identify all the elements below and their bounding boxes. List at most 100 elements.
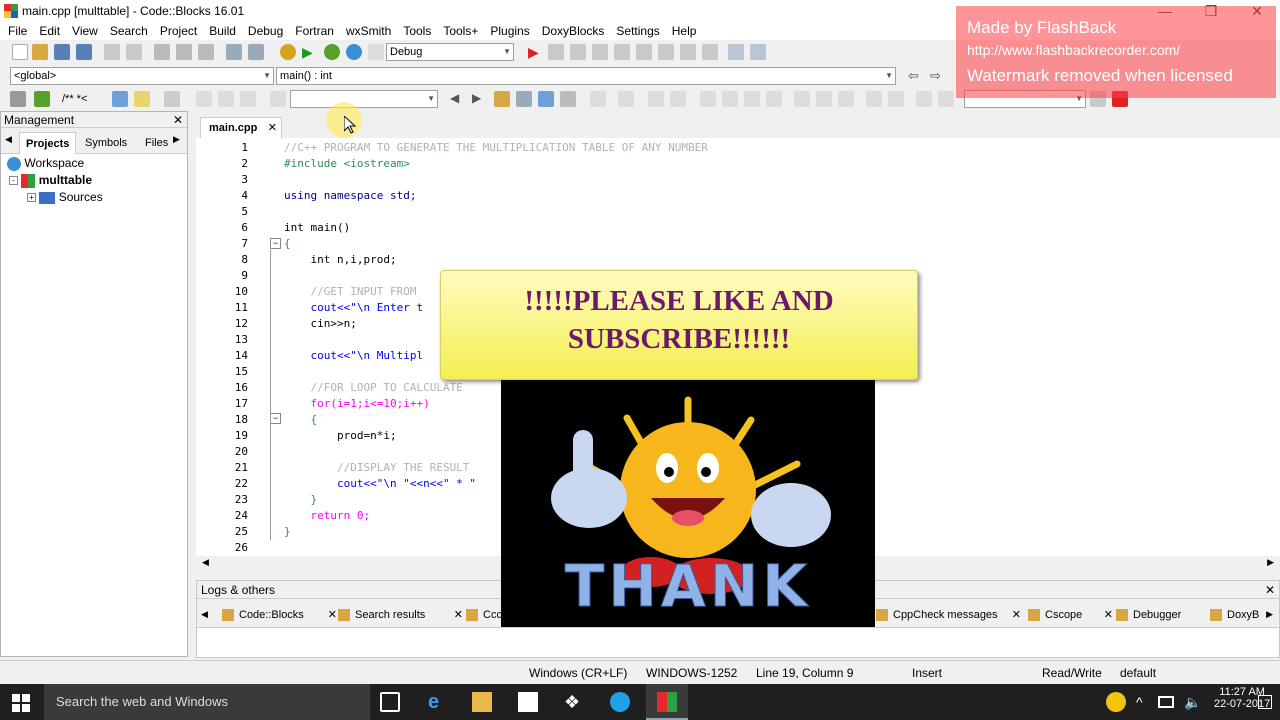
code-line[interactable]: { — [284, 236, 291, 252]
find-next-icon[interactable]: ▶ — [472, 91, 488, 107]
fold-marker-icon[interactable]: − — [270, 238, 281, 249]
close-icon[interactable]: ✕ — [1265, 581, 1275, 599]
menu-view[interactable]: View — [66, 22, 104, 40]
file-explorer-icon[interactable] — [472, 692, 492, 712]
code-line[interactable]: //C++ PROGRAM TO GENERATE THE MULTIPLICA… — [284, 140, 708, 156]
chevron-right-icon[interactable]: ▶ — [173, 134, 180, 145]
store-icon[interactable] — [518, 692, 538, 712]
debug-run-icon[interactable]: ▶ — [528, 44, 544, 60]
rebuild-icon[interactable] — [346, 44, 362, 60]
code-line[interactable]: cout<<"\n "<<n<<" * " — [284, 476, 476, 492]
jump-back-icon[interactable]: ⇦ — [908, 68, 924, 84]
expand-icon[interactable]: + — [27, 193, 36, 203]
block-icon[interactable] — [618, 91, 634, 107]
tab-main-cpp[interactable]: main.cpp ✕ — [200, 117, 282, 139]
chevron-left-icon[interactable]: ◀ — [5, 134, 12, 145]
code-line[interactable]: { — [284, 412, 317, 428]
debug-windows-icon[interactable] — [728, 44, 744, 60]
abort-icon[interactable] — [368, 44, 384, 60]
menu-help[interactable]: Help — [666, 22, 703, 40]
log-tab-cccc[interactable]: Cccc✕ — [463, 605, 511, 625]
code-line[interactable]: return 0; — [284, 508, 370, 524]
step-out-icon[interactable] — [614, 44, 630, 60]
tree-project[interactable]: - multtable — [9, 173, 92, 188]
step-into-icon[interactable] — [592, 44, 608, 60]
edge-browser-icon[interactable]: e — [428, 692, 448, 712]
replace-in-files-icon[interactable] — [516, 91, 532, 107]
regex-icon[interactable] — [560, 91, 576, 107]
run-icon[interactable]: ▶ — [302, 44, 318, 60]
pause-icon[interactable] — [680, 44, 696, 60]
align-justify-icon[interactable] — [766, 91, 782, 107]
tab-symbols[interactable]: Symbols — [79, 132, 133, 154]
menu-edit[interactable]: Edit — [33, 22, 66, 40]
code-line[interactable]: //FOR LOOP TO CALCULATE — [284, 380, 462, 396]
tree-sources[interactable]: + Sources — [27, 190, 103, 204]
menu-doxyblocks[interactable]: DoxyBlocks — [536, 22, 611, 40]
redo-icon[interactable] — [126, 44, 142, 60]
box2-icon[interactable] — [816, 91, 832, 107]
menu-debug[interactable]: Debug — [242, 22, 289, 40]
select-icon[interactable] — [590, 91, 606, 107]
scope-select[interactable]: <global> ▼ — [10, 67, 274, 85]
box-icon[interactable] — [794, 91, 810, 107]
log-tab-code-blocks[interactable]: Code::Blocks ✕ — [219, 605, 337, 625]
menu-fortran[interactable]: Fortran — [289, 22, 340, 40]
collapse-icon[interactable]: - — [9, 176, 18, 186]
next-line-icon[interactable] — [570, 44, 586, 60]
scroll-left-icon[interactable]: ◀ — [202, 557, 209, 568]
search-combo[interactable]: ▼ — [290, 90, 438, 108]
menu-plugins[interactable]: Plugins — [484, 22, 535, 40]
refresh-icon[interactable] — [938, 91, 954, 107]
warning-icon[interactable] — [1106, 692, 1126, 712]
menu-tools[interactable]: Tools — [397, 22, 437, 40]
text-icon[interactable] — [670, 91, 686, 107]
debug-info-icon[interactable] — [750, 44, 766, 60]
volume-icon[interactable]: 🔈 — [1184, 692, 1204, 712]
code-line[interactable]: } — [284, 492, 317, 508]
tree-workspace[interactable]: Workspace — [7, 156, 84, 171]
chevron-left-icon[interactable]: ◀ — [201, 609, 208, 620]
build-gear-icon[interactable] — [280, 44, 296, 60]
close-icon[interactable]: ✕ — [173, 112, 183, 128]
close-icon[interactable]: ✕ — [1012, 605, 1021, 625]
battery-icon[interactable] — [1158, 696, 1174, 708]
comment-block-icon[interactable]: /** *< — [62, 91, 102, 107]
menu-project[interactable]: Project — [154, 22, 203, 40]
taskbar-search-input[interactable]: Search the web and Windows — [44, 684, 370, 720]
codeblocks-taskbar-button[interactable] — [646, 684, 688, 720]
match-case-icon[interactable] — [538, 91, 554, 107]
code-line[interactable]: cout<<"\n Enter t — [284, 300, 423, 316]
fold-marker-icon[interactable]: − — [270, 413, 281, 424]
log-tab-debugger[interactable]: Debugger✕ — [1113, 605, 1221, 625]
new-file-icon[interactable] — [12, 44, 28, 60]
align-center-icon[interactable] — [722, 91, 738, 107]
skype-icon[interactable] — [610, 692, 630, 712]
code-line[interactable]: int n,i,prod; — [284, 252, 396, 268]
menu-tools-[interactable]: Tools+ — [437, 22, 484, 40]
toggle-bookmark-icon[interactable] — [218, 91, 234, 107]
notifications-icon[interactable] — [1258, 695, 1272, 709]
run-to-cursor-icon[interactable] — [548, 44, 564, 60]
close-icon[interactable]: ✕ — [454, 605, 463, 625]
code-line[interactable]: using namespace std; — [284, 188, 416, 204]
preferences-icon[interactable] — [164, 91, 180, 107]
code-line[interactable]: prod=n*i; — [284, 428, 397, 444]
log-tab-search-results[interactable]: Search results ✕ — [335, 605, 463, 625]
windows-start-icon[interactable] — [12, 694, 30, 712]
copy-icon[interactable] — [176, 44, 192, 60]
box3-icon[interactable] — [838, 91, 854, 107]
menu-wxsmith[interactable]: wxSmith — [340, 22, 397, 40]
zoom-in-icon[interactable] — [866, 91, 882, 107]
zoom-out-icon[interactable] — [888, 91, 904, 107]
code-line[interactable]: int main() — [284, 220, 350, 236]
close-icon[interactable]: ✕ — [1104, 605, 1113, 625]
code-line[interactable]: //GET INPUT FROM — [284, 284, 416, 300]
log-tab-doxyb[interactable]: DoxyB — [1207, 605, 1259, 625]
next-instruction-icon[interactable] — [636, 44, 652, 60]
scroll-right-icon[interactable]: ▶ — [1267, 557, 1274, 568]
cut-icon[interactable] — [154, 44, 170, 60]
dropbox-icon[interactable]: ❖ — [564, 692, 584, 712]
tab-projects[interactable]: Projects — [19, 132, 77, 154]
chevron-up-icon[interactable]: ^ — [1136, 692, 1156, 712]
